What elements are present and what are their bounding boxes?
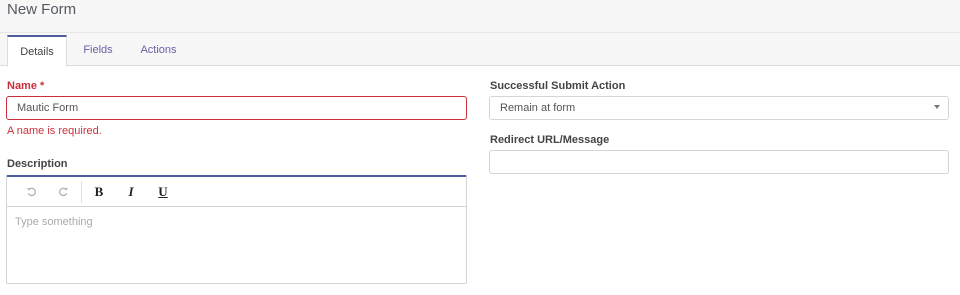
tab-actions[interactable]: Actions — [130, 35, 187, 67]
page-title: New Form — [7, 1, 77, 18]
description-editor: B I U Type something — [6, 175, 467, 284]
redirect-input[interactable] — [489, 150, 949, 174]
tab-bar: Details Fields Actions — [0, 33, 960, 67]
required-marker: * — [40, 80, 45, 92]
editor-toolbar: B I U — [7, 177, 466, 207]
underline-button[interactable]: U — [153, 182, 173, 202]
name-label-text: Name — [7, 80, 37, 92]
submit-action-label: Successful Submit Action — [490, 80, 626, 92]
description-textarea[interactable]: Type something — [7, 208, 466, 284]
italic-button[interactable]: I — [121, 182, 141, 202]
redo-icon-glyph — [58, 187, 68, 197]
redo-icon[interactable] — [53, 182, 73, 202]
undo-icon[interactable] — [21, 182, 41, 202]
tab-fields[interactable]: Fields — [73, 35, 123, 67]
page-header: New Form — [0, 0, 960, 33]
bold-button[interactable]: B — [89, 182, 109, 202]
undo-icon-glyph — [26, 187, 36, 197]
chevron-down-icon — [934, 105, 940, 109]
redirect-label: Redirect URL/Message — [490, 134, 610, 146]
tab-details[interactable]: Details — [7, 35, 67, 67]
description-label: Description — [7, 158, 68, 170]
name-label: Name * — [7, 80, 44, 93]
submit-action-select[interactable]: Remain at form — [489, 96, 949, 120]
submit-action-value: Remain at form — [500, 102, 576, 114]
name-input[interactable]: Mautic Form — [6, 96, 467, 120]
name-error-message: A name is required. — [7, 125, 102, 137]
toolbar-divider — [81, 181, 82, 203]
